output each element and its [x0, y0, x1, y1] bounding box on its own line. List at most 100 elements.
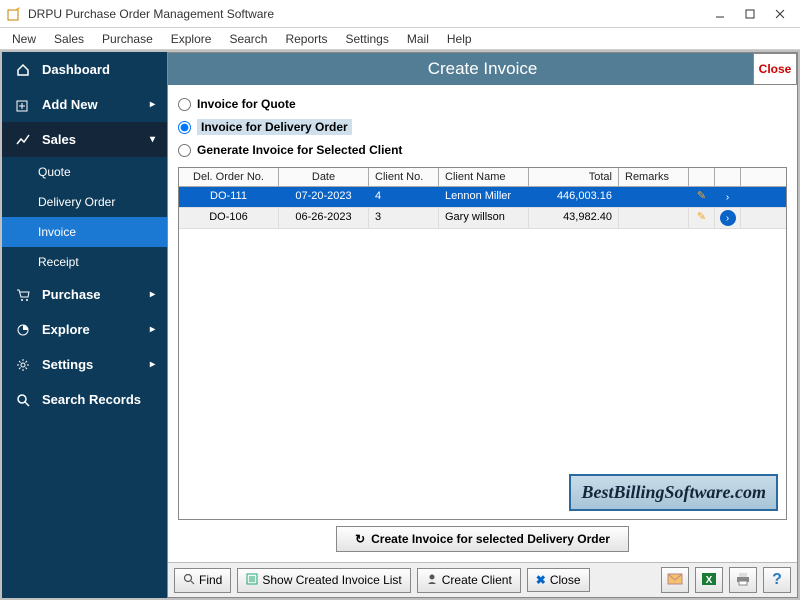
open-row-button[interactable]: › [715, 208, 741, 228]
x-icon: ✖ [536, 573, 546, 587]
mail-button[interactable] [661, 567, 689, 593]
table-row[interactable]: DO-106 06-26-2023 3 Gary willson 43,982.… [179, 208, 786, 229]
close-bottom-button[interactable]: ✖ Close [527, 568, 590, 592]
close-window-button[interactable] [766, 4, 794, 24]
person-icon [426, 573, 438, 588]
page-header: Create Invoice Close [168, 53, 797, 85]
radio-invoice-for-delivery-order[interactable]: Invoice for Delivery Order [178, 115, 787, 139]
sidebar-sub-delivery-order[interactable]: Delivery Order [2, 187, 167, 217]
grid-header: Del. Order No. Date Client No. Client Na… [179, 168, 786, 187]
edit-row-button[interactable]: ✎ [689, 208, 715, 228]
sidebar-label: Add New [42, 97, 98, 112]
minimize-button[interactable] [706, 4, 734, 24]
sidebar-item-explore[interactable]: Explore ▸ [2, 312, 167, 347]
radio-input[interactable] [178, 98, 191, 111]
printer-icon [735, 572, 751, 589]
sidebar-label: Sales [42, 132, 76, 147]
cart-icon [14, 288, 32, 302]
chart-icon [14, 133, 32, 147]
sidebar-sub-quote[interactable]: Quote [2, 157, 167, 187]
excel-export-button[interactable]: X [695, 567, 723, 593]
create-invoice-row: ↻ Create Invoice for selected Delivery O… [178, 520, 787, 558]
excel-icon: X [701, 572, 717, 589]
menu-settings[interactable]: Settings [338, 30, 397, 48]
sidebar-item-add-new[interactable]: Add New ▸ [2, 87, 167, 122]
question-icon: ? [772, 571, 782, 589]
menu-purchase[interactable]: Purchase [94, 30, 161, 48]
sidebar-item-search-records[interactable]: Search Records [2, 382, 167, 417]
table-row[interactable]: DO-111 07-20-2023 4 Lennon Miller 446,00… [179, 187, 786, 208]
menu-sales[interactable]: Sales [46, 30, 92, 48]
menubar: New Sales Purchase Explore Search Report… [0, 28, 800, 50]
watermark: BestBillingSoftware.com [569, 474, 778, 511]
search-icon [14, 393, 32, 407]
col-edit [689, 168, 715, 186]
radio-invoice-for-quote[interactable]: Invoice for Quote [178, 93, 787, 115]
menu-new[interactable]: New [4, 30, 44, 48]
edit-row-button[interactable]: ✎ [689, 187, 715, 207]
main-panel: Create Invoice Close Invoice for Quote I… [167, 52, 798, 598]
svg-text:X: X [706, 575, 713, 586]
menu-search[interactable]: Search [221, 30, 275, 48]
sidebar-label: Dashboard [42, 62, 110, 77]
sidebar-sub-invoice[interactable]: Invoice [2, 217, 167, 247]
arrow-right-icon: › [720, 189, 736, 205]
menu-explore[interactable]: Explore [163, 30, 220, 48]
refresh-icon: ↻ [355, 532, 365, 546]
chevron-right-icon: ▸ [150, 324, 155, 335]
sidebar-item-sales[interactable]: Sales ▾ [2, 122, 167, 157]
help-button[interactable]: ? [763, 567, 791, 593]
bottom-toolbar: Find Show Created Invoice List Create Cl… [168, 562, 797, 597]
sidebar-item-purchase[interactable]: Purchase ▸ [2, 277, 167, 312]
sidebar-sub-receipt[interactable]: Receipt [2, 247, 167, 277]
home-icon [14, 63, 32, 77]
radio-input[interactable] [178, 144, 191, 157]
col-remarks[interactable]: Remarks [619, 168, 689, 186]
sidebar-item-dashboard[interactable]: Dashboard [2, 52, 167, 87]
list-icon [246, 573, 258, 588]
page-title: Create Invoice [428, 59, 538, 79]
col-date[interactable]: Date [279, 168, 369, 186]
sidebar: Dashboard Add New ▸ Sales ▾ Quote Delive… [2, 52, 167, 598]
chevron-right-icon: ▸ [150, 289, 155, 300]
gear-icon [14, 358, 32, 372]
magnifier-icon [183, 573, 195, 588]
sidebar-label: Settings [42, 357, 93, 372]
chevron-right-icon: ▸ [150, 99, 155, 110]
chevron-down-icon: ▾ [150, 134, 155, 145]
find-button[interactable]: Find [174, 568, 231, 593]
col-open [715, 168, 741, 186]
show-created-invoice-list-button[interactable]: Show Created Invoice List [237, 568, 410, 593]
sidebar-label: Purchase [42, 287, 101, 302]
create-invoice-button[interactable]: ↻ Create Invoice for selected Delivery O… [336, 526, 629, 552]
open-row-button[interactable]: › [715, 187, 741, 207]
pencil-icon: ✎ [697, 190, 706, 202]
sidebar-item-settings[interactable]: Settings ▸ [2, 347, 167, 382]
window-title: DRPU Purchase Order Management Software [28, 7, 274, 21]
menu-reports[interactable]: Reports [277, 30, 335, 48]
app-icon [6, 6, 22, 22]
pie-icon [14, 323, 32, 337]
create-client-button[interactable]: Create Client [417, 568, 521, 593]
sidebar-label: Explore [42, 322, 90, 337]
window-controls [706, 4, 794, 24]
arrow-right-icon: › [720, 210, 736, 226]
maximize-button[interactable] [736, 4, 764, 24]
col-total[interactable]: Total [529, 168, 619, 186]
col-client-no[interactable]: Client No. [369, 168, 439, 186]
menu-help[interactable]: Help [439, 30, 480, 48]
mail-icon [667, 572, 683, 589]
sidebar-label: Search Records [42, 392, 141, 407]
delivery-order-grid: Del. Order No. Date Client No. Client Na… [178, 167, 787, 520]
plus-icon [14, 98, 32, 112]
print-button[interactable] [729, 567, 757, 593]
col-client-name[interactable]: Client Name [439, 168, 529, 186]
radio-input[interactable] [178, 121, 191, 134]
invoice-type-radio-group: Invoice for Quote Invoice for Delivery O… [178, 93, 787, 161]
chevron-right-icon: ▸ [150, 359, 155, 370]
col-del-order-no[interactable]: Del. Order No. [179, 168, 279, 186]
close-panel-button[interactable]: Close [753, 53, 797, 85]
radio-generate-invoice-for-client[interactable]: Generate Invoice for Selected Client [178, 139, 787, 161]
titlebar: DRPU Purchase Order Management Software [0, 0, 800, 28]
menu-mail[interactable]: Mail [399, 30, 437, 48]
